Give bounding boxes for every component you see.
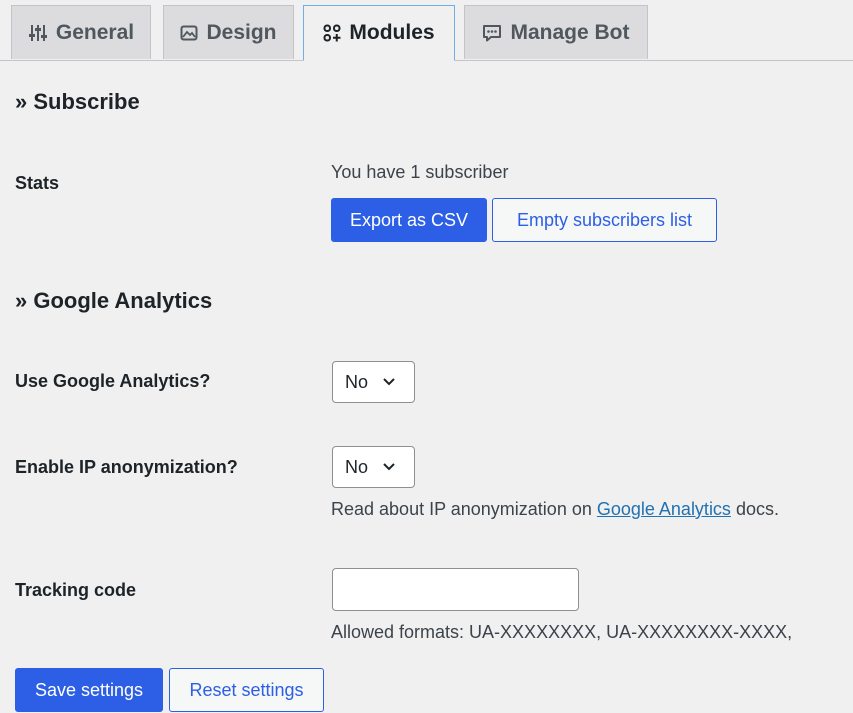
ip-anonymization-select[interactable]: No (332, 446, 415, 488)
reset-settings-button[interactable]: Reset settings (169, 668, 324, 712)
tab-modules-label: Modules (349, 21, 435, 44)
tab-general-label: General (55, 20, 135, 44)
export-csv-button[interactable]: Export as CSV (331, 198, 487, 242)
tab-manage-bot-label: Manage Bot (510, 20, 630, 44)
tab-general[interactable]: General (11, 5, 151, 59)
tab-manage-bot[interactable]: Manage Bot (464, 5, 648, 59)
stats-label: Stats (15, 173, 60, 193)
anon-note-suffix: docs. (730, 499, 779, 519)
tracking-code-note: Allowed formats: UA-XXXXXXXX, UA-XXXXXXX… (331, 622, 793, 642)
ip-anonymization-value: No (345, 456, 369, 477)
use-google-analytics-label: Use Google Analytics? (15, 371, 211, 391)
modules-icon (323, 24, 341, 42)
tracking-code-input[interactable] (332, 568, 579, 611)
ip-anonymization-label: Enable IP anonymization? (15, 457, 238, 477)
tab-design-label: Design (206, 20, 277, 44)
settings-tabs: General Design Modules Manage Bot (0, 0, 853, 61)
sliders-icon (28, 24, 47, 41)
tracking-code-label: Tracking code (15, 580, 137, 600)
tab-design[interactable]: Design (163, 5, 294, 59)
anon-note-prefix: Read about IP anonymization on (331, 499, 597, 519)
use-google-analytics-select[interactable]: No (332, 361, 415, 403)
subscriber-count: You have 1 subscriber (331, 162, 509, 182)
use-google-analytics-value: No (345, 371, 369, 392)
tab-modules[interactable]: Modules (303, 5, 455, 61)
google-analytics-heading: » Google Analytics (15, 288, 213, 313)
ip-anonymization-note: Read about IP anonymization on Google An… (331, 499, 779, 520)
chevron-down-icon (383, 463, 395, 471)
save-settings-button[interactable]: Save settings (15, 668, 163, 712)
chevron-down-icon (383, 378, 395, 386)
empty-subscribers-button[interactable]: Empty subscribers list (492, 198, 717, 242)
chat-icon (483, 24, 502, 41)
subscribe-heading: » Subscribe (15, 89, 140, 114)
google-analytics-docs-link[interactable]: Google Analytics (597, 499, 731, 519)
image-icon (180, 25, 198, 40)
